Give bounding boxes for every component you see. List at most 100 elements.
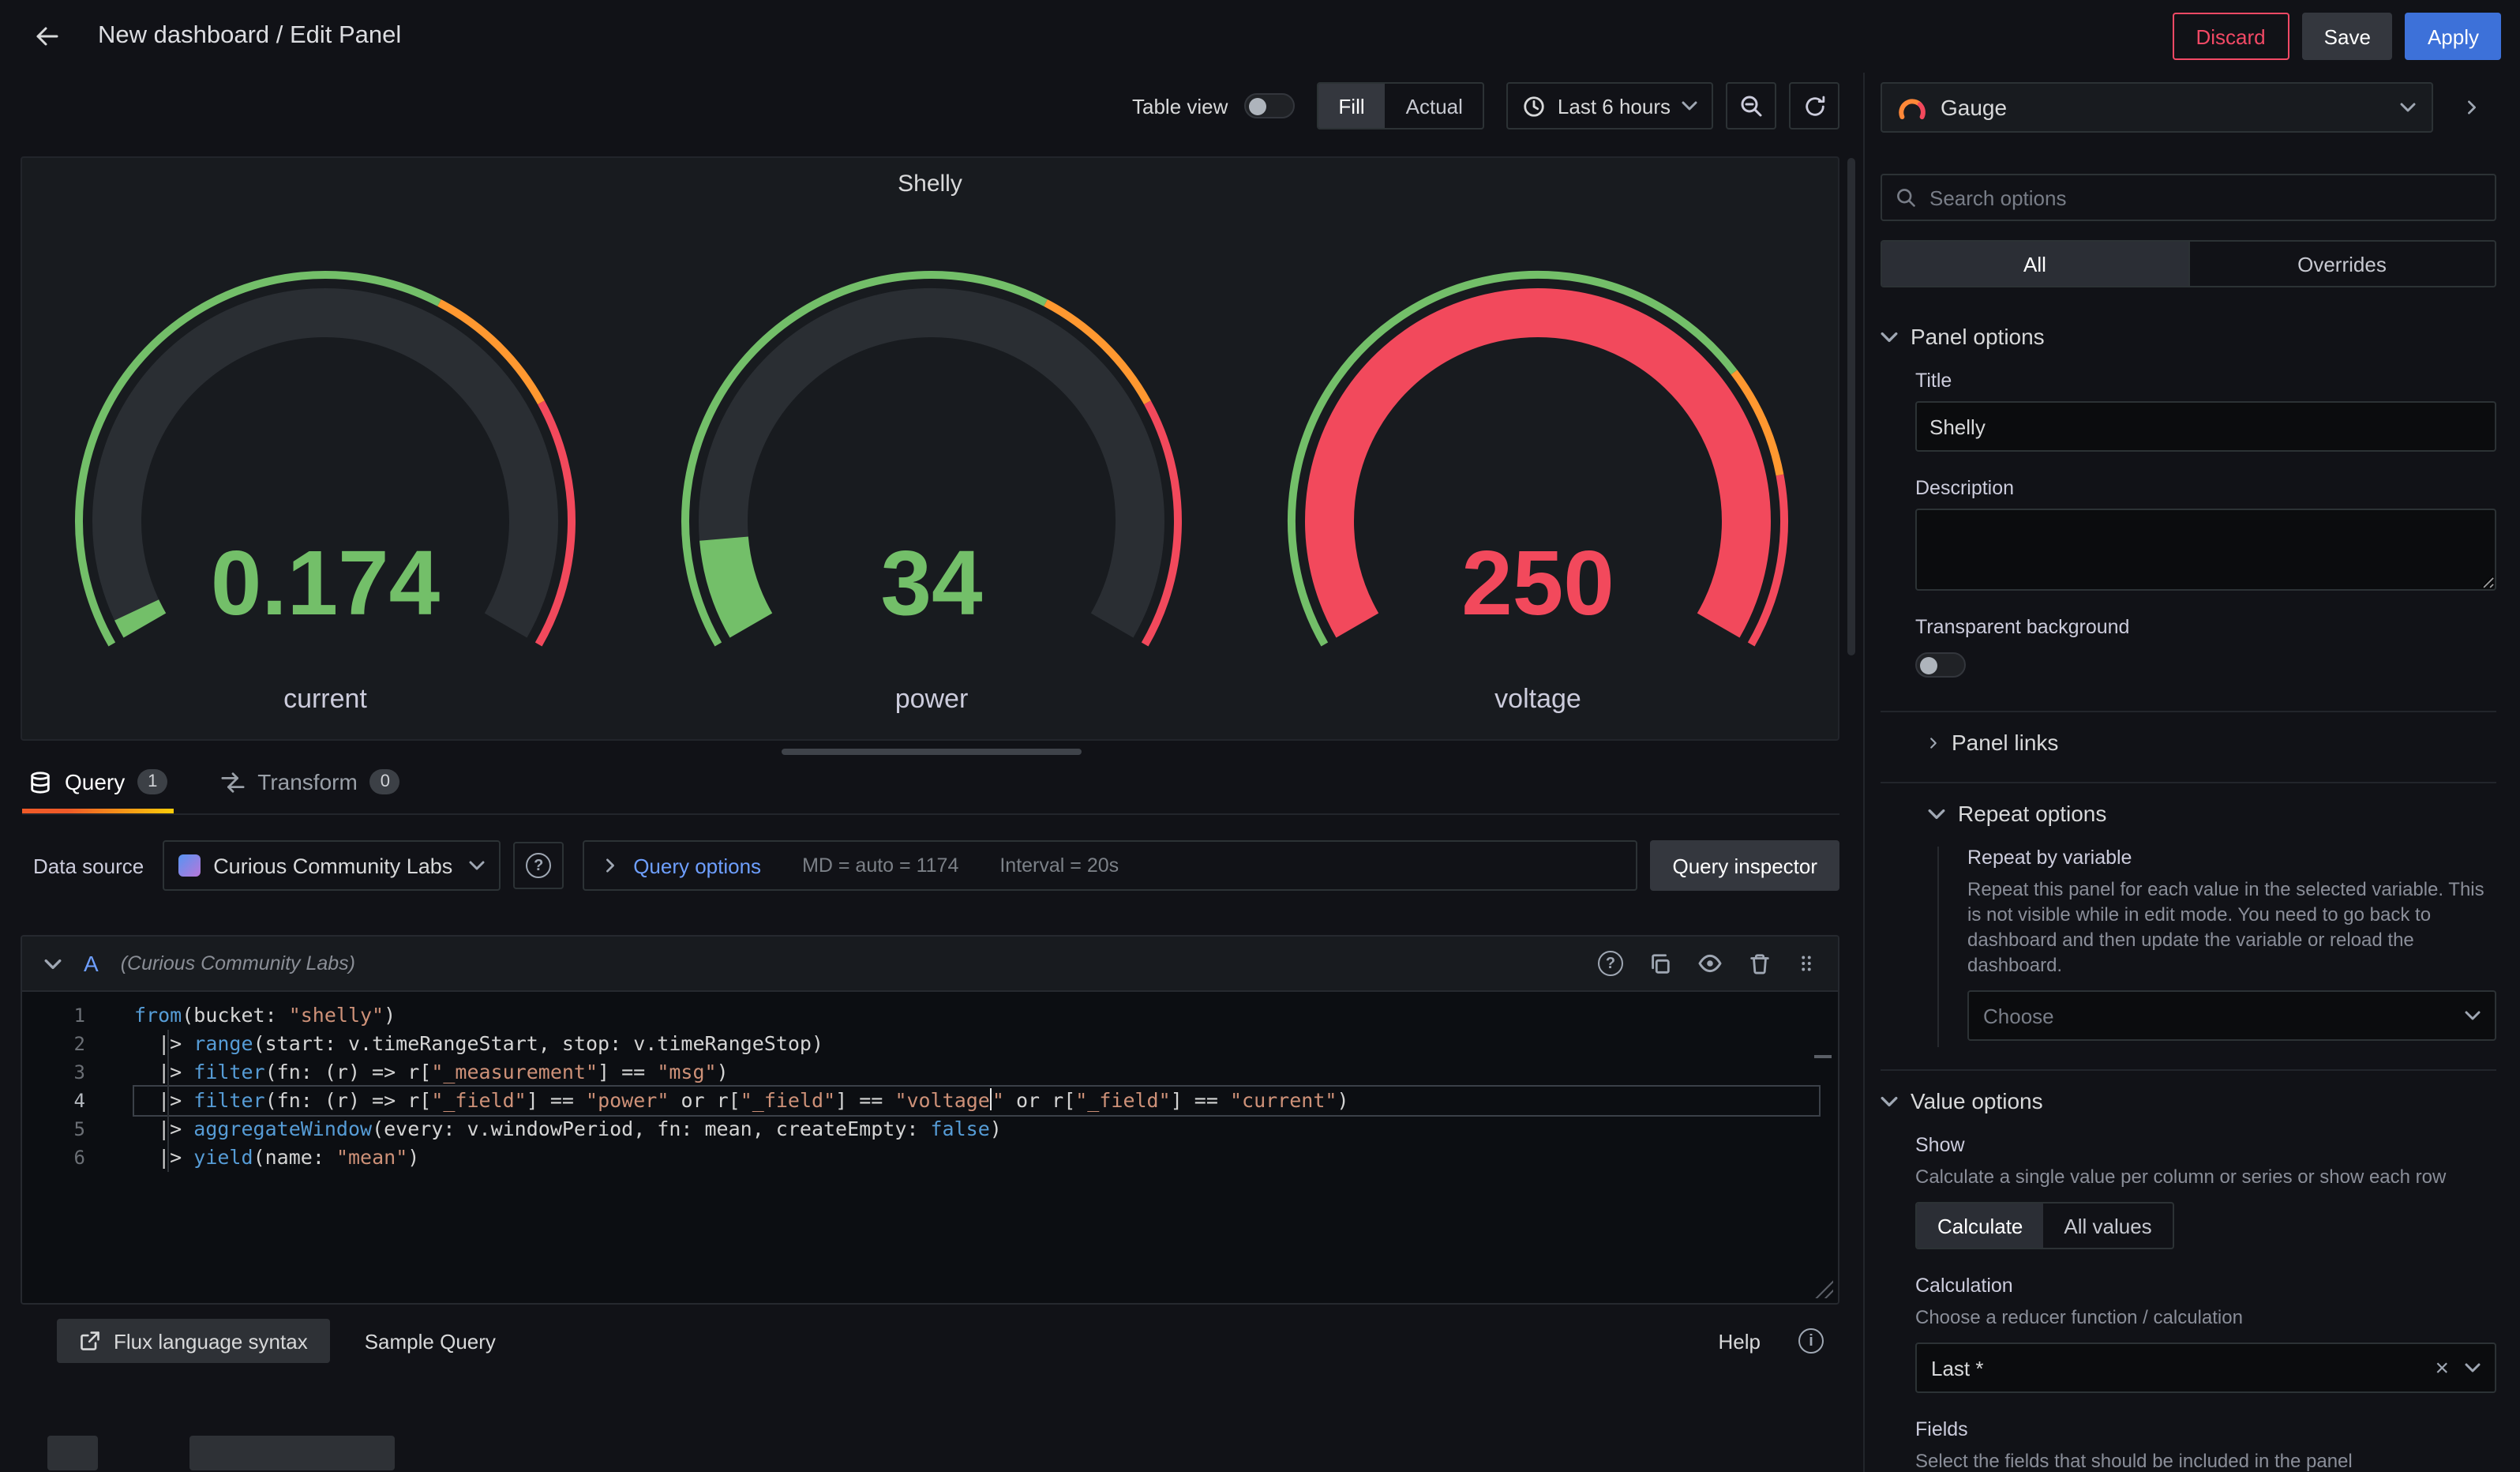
datasource-picker[interactable]: Curious Community Labs (163, 840, 501, 891)
table-view-toggle[interactable] (1243, 93, 1294, 118)
chevron-down-icon (2400, 103, 2416, 112)
time-range-label: Last 6 hours (1558, 94, 1671, 118)
title-label: Title (1915, 370, 2496, 392)
arrow-left-icon (32, 21, 63, 52)
overview-ruler-mark (1814, 1055, 1832, 1058)
zoom-out-button[interactable] (1726, 82, 1776, 130)
calculation-label: Calculation (1915, 1275, 2496, 1297)
apply-button[interactable]: Apply (2406, 13, 2501, 60)
divider (1881, 782, 2496, 783)
editor-resize-grip[interactable] (1814, 1279, 1833, 1298)
save-button[interactable]: Save (2302, 13, 2393, 60)
display-mode-group: Fill Actual (1316, 82, 1485, 130)
datasource-logo-icon (178, 854, 201, 877)
actual-option[interactable]: Actual (1386, 84, 1483, 128)
repeat-description: Repeat this panel for each value in the … (1967, 877, 2496, 978)
collapse-query-icon[interactable] (44, 958, 62, 969)
panel-view-toolbar: Table view Fill Actual Last 6 hours (0, 73, 1863, 142)
chevron-right-icon (1928, 734, 1939, 751)
transparent-background-toggle[interactable] (1915, 652, 1966, 678)
chevron-down-icon (1881, 331, 1898, 342)
indent-guide (167, 1030, 169, 1172)
gauge-arc-current: 0.174 (22, 259, 628, 673)
repeat-options-title: Repeat options (1958, 801, 2106, 826)
refresh-button[interactable] (1789, 82, 1839, 130)
drag-handle-icon[interactable] (1797, 951, 1816, 976)
trash-icon[interactable] (1748, 952, 1772, 975)
query-editor-header: A (Curious Community Labs) ? (22, 937, 1838, 992)
panel-links-title: Panel links (1952, 730, 2058, 755)
eye-icon[interactable] (1697, 951, 1723, 976)
fill-option[interactable]: Fill (1318, 84, 1385, 128)
tab-query-label: Query (65, 769, 125, 794)
visualization-picker[interactable]: Gauge (1881, 82, 2433, 133)
options-search-input[interactable] (1929, 186, 2482, 209)
divider (1881, 711, 2496, 712)
gauge-label: voltage (1235, 684, 1839, 715)
sample-query-button[interactable]: Sample Query (343, 1319, 518, 1363)
panel-title-input[interactable] (1915, 401, 2496, 452)
tab-query[interactable]: Query 1 (22, 763, 174, 813)
back-button[interactable] (22, 11, 73, 62)
panel-edit-main: Table view Fill Actual Last 6 hours (0, 73, 1863, 1472)
breadcrumb: New dashboard / Edit Panel (98, 22, 401, 51)
gauge-value: 0.174 (211, 531, 440, 634)
gauge-value: 34 (880, 531, 982, 634)
copy-icon[interactable] (1648, 952, 1672, 975)
fields-description: Select the fields that should be include… (1915, 1448, 2496, 1472)
cutoff-button[interactable] (47, 1436, 98, 1470)
calculate-option[interactable]: Calculate (1917, 1204, 2043, 1248)
options-search (1881, 174, 2496, 221)
tab-transform[interactable]: Transform 0 (215, 763, 407, 813)
gauges-row: 0.174 current 34 power (22, 259, 1838, 715)
value-options-title: Value options (1911, 1088, 2043, 1113)
repeat-options-header[interactable]: Repeat options (1928, 796, 2496, 831)
tab-all[interactable]: All (1882, 242, 2188, 286)
chevron-down-icon (469, 861, 485, 870)
calculation-description: Choose a reducer function / calculation (1915, 1305, 2496, 1330)
calculation-value: Last * (1931, 1356, 2419, 1380)
query-inspector-button[interactable]: Query inspector (1650, 840, 1839, 891)
cutoff-buttons-row (47, 1436, 1863, 1470)
chevron-down-icon (1881, 1095, 1898, 1106)
all-values-option[interactable]: All values (2043, 1204, 2172, 1248)
visualization-row: Gauge (1881, 82, 2496, 133)
query-editor-footer: Flux language syntax Sample Query Help i (57, 1317, 1839, 1365)
value-options-header[interactable]: Value options (1881, 1083, 2496, 1118)
panel-resize-handle[interactable] (782, 749, 1082, 755)
code-editor[interactable]: 1from(bucket: "shelly")2 |> range(start:… (22, 992, 1838, 1303)
panel-options-header[interactable]: Panel options (1881, 319, 2496, 354)
gauge-arc-voltage: 250 (1235, 259, 1839, 673)
gauge-viz-icon (1898, 96, 1926, 119)
time-controls: Last 6 hours (1507, 82, 1839, 130)
chevron-down-icon (2465, 1011, 2481, 1020)
help-button[interactable]: Help (1719, 1329, 1761, 1353)
scrollbar[interactable] (1847, 158, 1855, 655)
zoom-out-icon (1738, 93, 1764, 118)
datasource-help-button[interactable]: ? (513, 842, 564, 889)
repeat-variable-select[interactable]: Choose (1967, 990, 2496, 1041)
chevron-down-icon (1928, 808, 1945, 819)
info-icon[interactable]: i (1798, 1328, 1824, 1354)
help-icon[interactable]: ? (1598, 951, 1623, 976)
question-circle-icon: ? (526, 853, 551, 878)
panel-description-input[interactable] (1915, 509, 2496, 591)
clock-icon (1523, 94, 1547, 118)
flux-syntax-button[interactable]: Flux language syntax (57, 1319, 330, 1363)
discard-button[interactable]: Discard (2173, 13, 2289, 60)
clear-icon[interactable]: × (2435, 1356, 2449, 1380)
time-range-picker[interactable]: Last 6 hours (1507, 82, 1713, 130)
code-lines: 1from(bucket: "shelly")2 |> range(start:… (22, 1001, 1838, 1172)
max-data-points: MD = auto = 1174 (802, 854, 958, 877)
panel-links-header[interactable]: Panel links (1928, 725, 2496, 760)
query-options-row[interactable]: Query options MD = auto = 1174 Interval … (583, 840, 1637, 891)
panel-options-pane: Gauge All Overrides (1863, 73, 2520, 1472)
panel-title: Shelly (22, 158, 1838, 202)
tab-overrides[interactable]: Overrides (2188, 242, 2495, 286)
collapse-pane-button[interactable] (2446, 82, 2496, 133)
calculation-select[interactable]: Last * × (1915, 1342, 2496, 1393)
footer-help: Help i (1719, 1328, 1824, 1354)
flux-syntax-label: Flux language syntax (114, 1329, 308, 1353)
description-label: Description (1915, 477, 2496, 499)
cutoff-button[interactable] (189, 1436, 395, 1470)
